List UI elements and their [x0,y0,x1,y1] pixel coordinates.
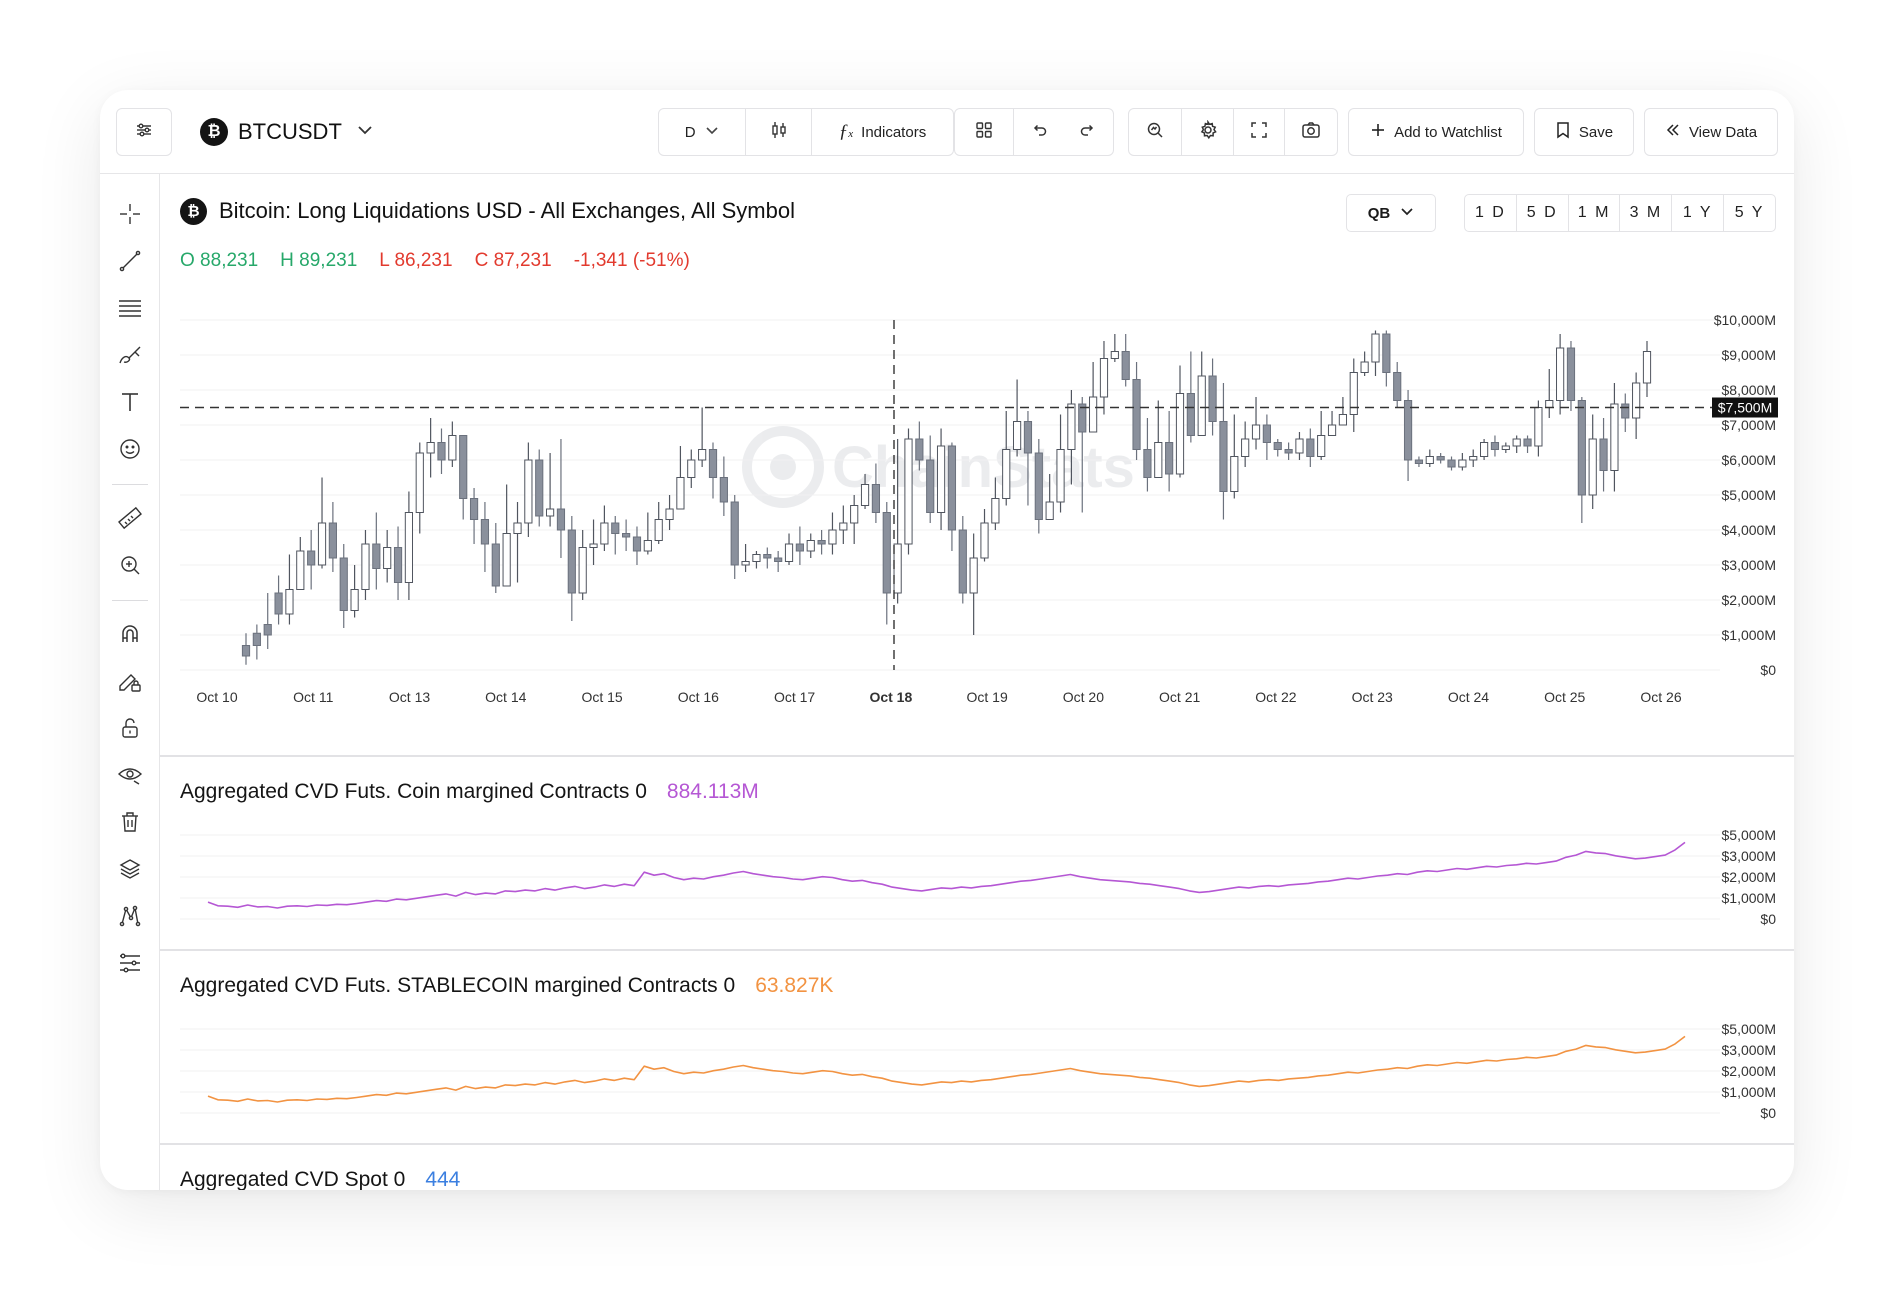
y-tick-label: $0 [1760,1105,1776,1121]
stable-cvd-chart[interactable]: $5,000M $3,000M $2,000M $1,000M $0 [100,90,1794,1190]
y-tick-label: $3,000M [1722,1042,1776,1058]
y-tick-label: $2,000M [1722,1063,1776,1079]
spot-cvd-title: Aggregated CVD Spot 0 [180,1168,406,1190]
y-tick-label: $1,000M [1722,1084,1776,1100]
pane-divider [160,1143,1794,1145]
y-tick-label: $5,000M [1722,1021,1776,1037]
spot-cvd-value: 444 [425,1168,461,1190]
chart-card: ₿ BTCUSDT D ƒx Indicators Add to Watchli… [100,90,1794,1190]
spot-cvd-legend: Aggregated CVD Spot 0 444 [180,1168,460,1190]
